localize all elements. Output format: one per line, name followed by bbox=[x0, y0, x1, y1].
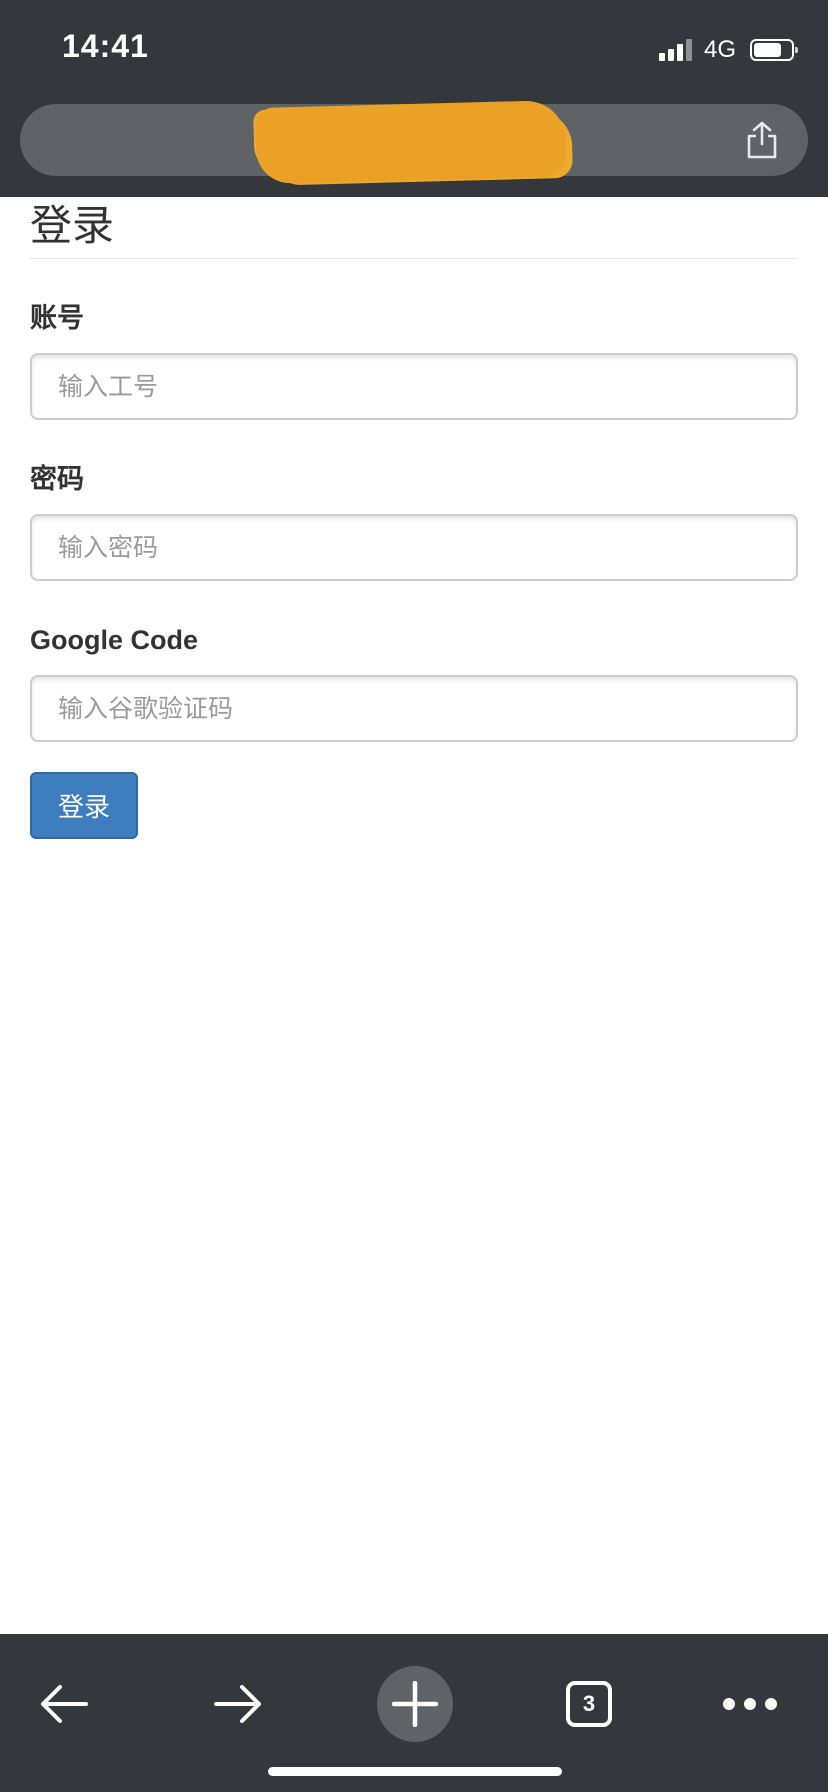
browser-top-chrome: 14:41 4G bbox=[0, 0, 828, 197]
cellular-signal-icon bbox=[658, 39, 692, 61]
plus-icon bbox=[392, 1681, 438, 1727]
back-arrow-icon bbox=[41, 1685, 88, 1723]
home-indicator[interactable] bbox=[268, 1767, 562, 1776]
tabs-button[interactable]: 3 bbox=[551, 1666, 627, 1742]
new-tab-button[interactable] bbox=[377, 1666, 453, 1742]
status-time: 14:41 bbox=[62, 28, 149, 64]
password-input[interactable] bbox=[30, 514, 798, 581]
network-type: 4G bbox=[703, 36, 736, 63]
more-icon bbox=[723, 1698, 777, 1710]
tab-count-badge: 3 bbox=[566, 1681, 612, 1727]
url-redaction-mark bbox=[255, 99, 567, 185]
page-title: 登录 bbox=[30, 197, 798, 259]
account-input[interactable] bbox=[30, 353, 798, 420]
google-code-label: Google Code bbox=[30, 625, 198, 655]
google-code-input[interactable] bbox=[30, 675, 798, 742]
share-icon[interactable] bbox=[744, 120, 780, 160]
battery-icon bbox=[750, 39, 798, 61]
login-button[interactable]: 登录 bbox=[30, 772, 138, 839]
more-button[interactable] bbox=[712, 1666, 788, 1742]
back-button[interactable] bbox=[26, 1666, 102, 1742]
status-indicators: 4G bbox=[658, 36, 798, 64]
address-bar[interactable] bbox=[20, 99, 808, 185]
password-label: 密码 bbox=[30, 464, 84, 494]
forward-arrow-icon bbox=[214, 1685, 261, 1723]
forward-button[interactable] bbox=[200, 1666, 276, 1742]
login-form: 登录 账号 密码 Google Code 登录 bbox=[30, 197, 798, 839]
account-label: 账号 bbox=[30, 303, 84, 333]
